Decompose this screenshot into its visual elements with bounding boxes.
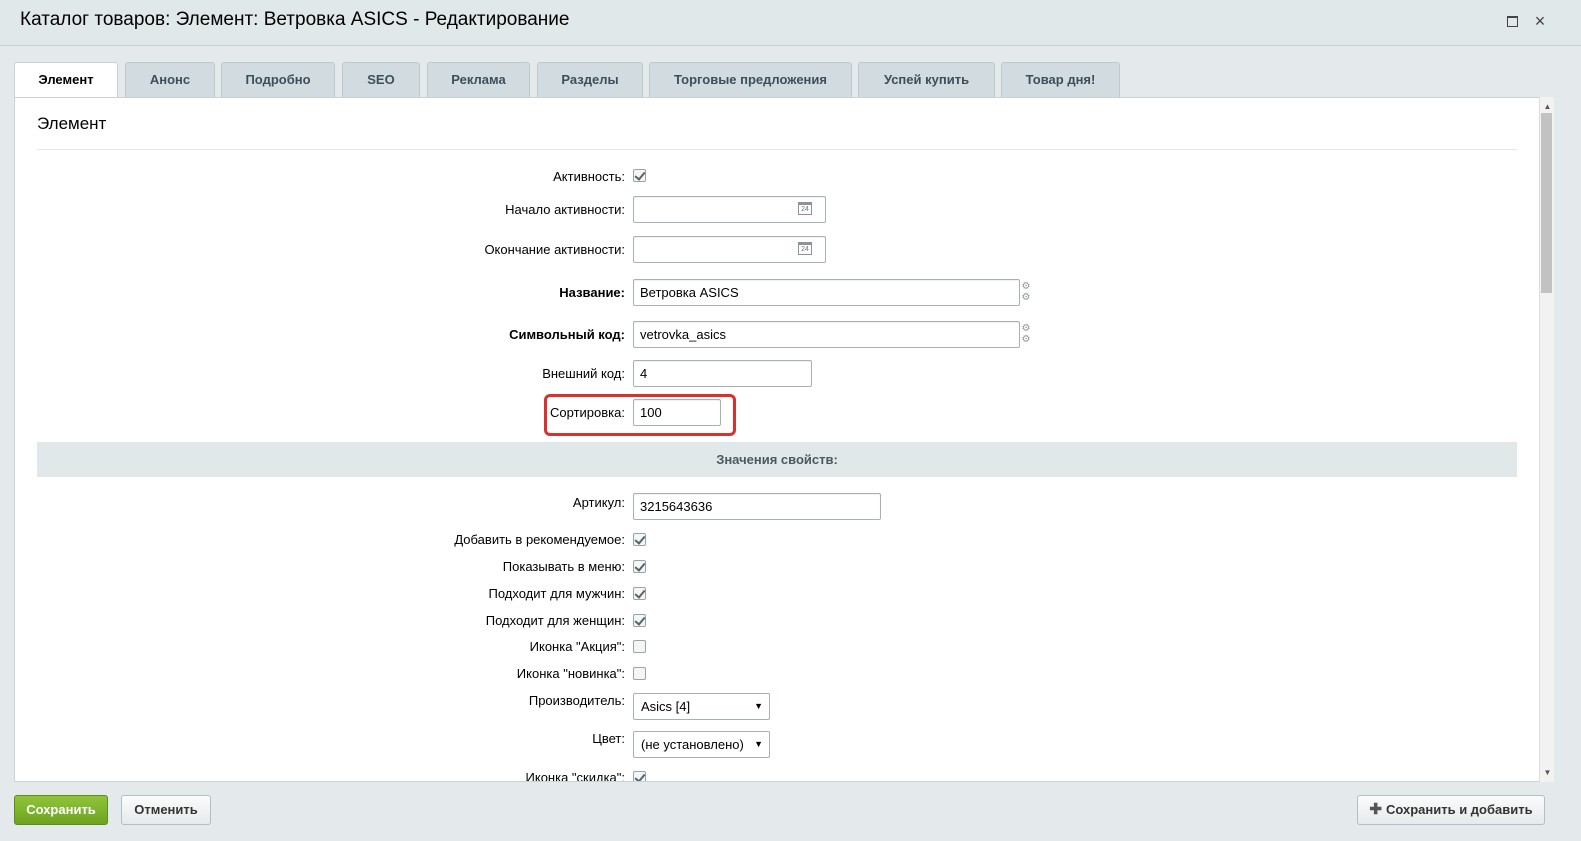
row-manufacturer: Производитель: Asics [4] ▼ <box>15 693 1515 720</box>
scroll-down-icon[interactable]: ▼ <box>1540 765 1555 780</box>
for-men-checkbox[interactable] <box>633 587 646 600</box>
sort-highlight-annotation <box>544 394 736 436</box>
name-label: Название: <box>559 285 625 300</box>
edit-panel: Элемент Активность: Начало активности: 2… <box>14 97 1553 782</box>
tab-element[interactable]: Элемент <box>14 62 118 99</box>
close-icon[interactable]: × <box>1531 12 1549 30</box>
link-icon[interactable]: ⚙ ⚙ <box>1020 323 1032 345</box>
row-article: Артикул: 3215643636 <box>15 493 1515 520</box>
row-active-from: Начало активности: 24 <box>15 196 1515 223</box>
code-input[interactable]: vetrovka_asics <box>633 321 1020 348</box>
row-name: Название: Ветровка ASICS ⚙ ⚙ <box>15 279 1515 306</box>
icon-discount-checkbox[interactable] <box>633 771 646 781</box>
scrollbar[interactable]: ▲ ▼ <box>1539 97 1554 782</box>
window-titlebar: Каталог товаров: Элемент: Ветровка ASICS… <box>0 0 1581 46</box>
tab-seo[interactable]: SEO <box>342 62 420 98</box>
section-divider <box>37 149 1517 150</box>
icon-new-label: Иконка "новинка": <box>516 666 625 681</box>
calendar-icon[interactable]: 24 <box>798 202 812 215</box>
row-code: Символьный код: vetrovka_asics ⚙ ⚙ <box>15 321 1515 348</box>
color-label: Цвет: <box>592 731 625 746</box>
name-input[interactable]: Ветровка ASICS <box>633 279 1020 306</box>
tab-ads[interactable]: Реклама <box>427 62 530 98</box>
icon-sale-label: Иконка "Акция": <box>529 639 625 654</box>
manufacturer-select[interactable]: Asics [4] ▼ <box>633 693 770 720</box>
color-value: (не установлено) <box>641 737 744 752</box>
plus-icon: ✚ <box>1369 801 1382 818</box>
scroll-thumb[interactable] <box>1541 113 1552 293</box>
cancel-button[interactable]: Отменить <box>121 795 211 825</box>
active-from-label: Начало активности: <box>505 202 625 217</box>
for-women-checkbox[interactable] <box>633 614 646 627</box>
properties-header: Значения свойств: <box>37 442 1517 477</box>
recommended-checkbox[interactable] <box>633 533 646 546</box>
row-color: Цвет: (не установлено) ▼ <box>15 731 1515 758</box>
color-select[interactable]: (не установлено) ▼ <box>633 731 770 758</box>
external-code-label: Внешний код: <box>542 366 625 381</box>
recommended-label: Добавить в рекомендуемое: <box>454 532 625 547</box>
tab-details[interactable]: Подробно <box>221 62 335 98</box>
window-title: Каталог товаров: Элемент: Ветровка ASICS… <box>20 9 570 30</box>
for-women-label: Подходит для женщин: <box>485 613 625 628</box>
tab-product-of-day[interactable]: Товар дня! <box>1001 62 1120 98</box>
code-label: Символьный код: <box>509 327 625 342</box>
scroll-up-icon[interactable]: ▲ <box>1540 99 1555 114</box>
calendar-icon[interactable]: 24 <box>798 242 812 255</box>
tab-sections[interactable]: Разделы <box>537 62 643 98</box>
row-sort: Сортировка: 100 <box>15 399 1515 426</box>
dropdown-arrow-icon: ▼ <box>754 739 763 749</box>
icon-discount-label: Иконка "скидка": <box>525 770 625 782</box>
tab-trade-offers[interactable]: Торговые предложения <box>649 62 852 98</box>
active-checkbox[interactable] <box>633 169 646 182</box>
article-label: Артикул: <box>572 495 625 510</box>
manufacturer-label: Производитель: <box>528 693 625 708</box>
show-in-menu-label: Показывать в меню: <box>502 559 625 574</box>
for-men-label: Подходит для мужчин: <box>488 586 625 601</box>
tab-announce[interactable]: Анонс <box>125 62 215 98</box>
save-and-add-label: Сохранить и добавить <box>1385 802 1533 817</box>
maximize-icon[interactable] <box>1503 12 1521 30</box>
active-label: Активность: <box>553 169 625 184</box>
row-active-to: Окончание активности: 24 <box>15 236 1515 263</box>
icon-new-checkbox[interactable] <box>633 667 646 680</box>
translit-icon[interactable]: ⚙ ⚙ <box>1020 281 1032 303</box>
save-and-add-button[interactable]: ✚ Сохранить и добавить <box>1357 795 1545 825</box>
row-external-code: Внешний код: 4 <box>15 360 1515 387</box>
external-code-input[interactable]: 4 <box>633 360 812 387</box>
active-to-label: Окончание активности: <box>484 242 625 257</box>
icon-sale-checkbox[interactable] <box>633 640 646 653</box>
tab-hurry-buy[interactable]: Успей купить <box>858 62 995 98</box>
manufacturer-value: Asics [4] <box>641 699 691 714</box>
footer-bar: Сохранить Отменить ✚ Сохранить и добавить <box>0 783 1581 841</box>
article-input[interactable]: 3215643636 <box>633 493 881 520</box>
save-button[interactable]: Сохранить <box>14 795 108 825</box>
dropdown-arrow-icon: ▼ <box>754 701 763 711</box>
show-in-menu-checkbox[interactable] <box>633 560 646 573</box>
section-title: Элемент <box>37 114 107 133</box>
